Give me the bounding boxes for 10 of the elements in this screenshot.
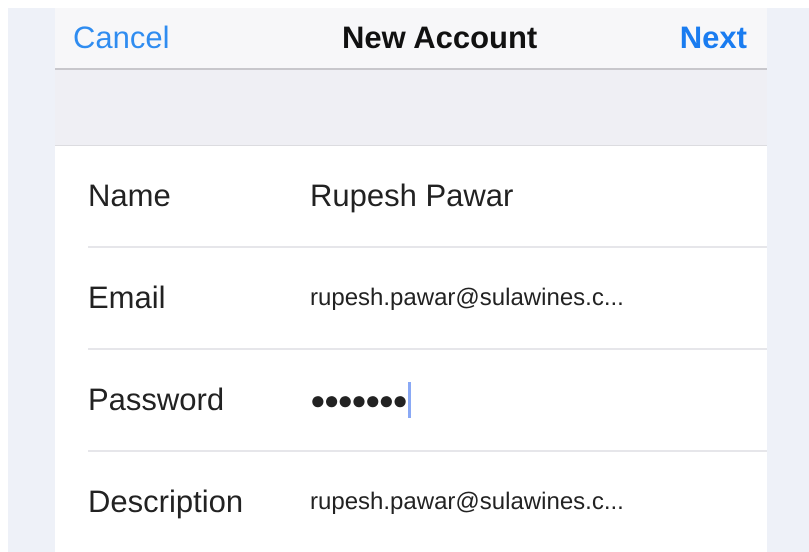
field-label: Name (88, 178, 172, 214)
input-field[interactable]: rupesh.pawar@sulawines.c... (310, 273, 767, 323)
screen-title: New Account (342, 20, 538, 56)
input-field[interactable]: ●●●●●●● (310, 375, 767, 425)
field-label: Email (88, 280, 167, 316)
input-field[interactable]: Rupesh Pawar (310, 171, 767, 221)
input-field[interactable]: rupesh.pawar@sulawines.c... (310, 477, 767, 527)
next-button[interactable]: Next (680, 20, 747, 56)
field-label: Description (88, 484, 244, 520)
field-label: Password (88, 382, 226, 418)
